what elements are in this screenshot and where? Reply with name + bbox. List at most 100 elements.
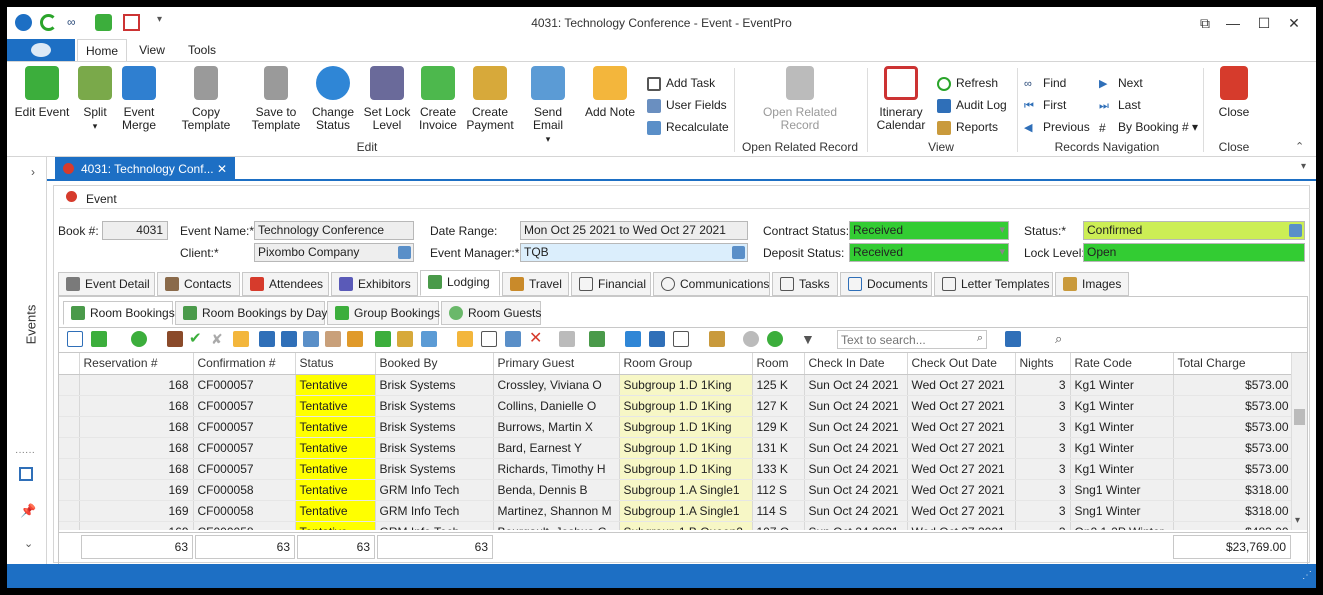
find-button[interactable]: ∞ Find xyxy=(1024,74,1066,92)
row-indicator[interactable] xyxy=(59,395,80,417)
table-cell[interactable]: Brisk Systems xyxy=(375,395,494,417)
table-cell[interactable]: GRM Info Tech xyxy=(375,479,494,501)
table-cell[interactable]: Bard, Earnest Y xyxy=(493,437,620,459)
table-cell[interactable]: Collins, Danielle O xyxy=(493,395,620,417)
tab-tools[interactable]: Tools xyxy=(179,39,225,61)
table-cell[interactable]: 3 xyxy=(1015,374,1071,396)
column-header[interactable]: Check Out Date xyxy=(907,353,1016,375)
table-cell[interactable]: GRM Info Tech xyxy=(375,500,494,522)
note-icon[interactable] xyxy=(457,331,473,347)
table-cell[interactable]: Brisk Systems xyxy=(375,374,494,396)
column-header[interactable]: Booked By xyxy=(375,353,494,375)
table-cell[interactable]: Wed Oct 27 2021 xyxy=(907,500,1016,522)
picker-icon[interactable] xyxy=(398,246,411,259)
delete-icon[interactable]: ✕ xyxy=(529,331,545,347)
contract-status-select[interactable]: Received xyxy=(849,221,1009,240)
table-row[interactable]: 168 CF000057 Tentative Brisk Systems Burrows… xyxy=(59,416,1294,438)
add-icon[interactable] xyxy=(91,331,107,347)
table-cell[interactable]: 168 xyxy=(79,416,194,438)
paste-icon[interactable] xyxy=(281,331,297,347)
table-cell[interactable]: $483.00 xyxy=(1173,521,1294,530)
table-cell[interactable]: Sun Oct 24 2021 xyxy=(804,521,908,530)
by-booking-button[interactable]: # By Booking # ▾ xyxy=(1099,118,1198,136)
picker-icon[interactable] xyxy=(1289,224,1302,237)
edit-icon[interactable] xyxy=(233,331,249,347)
save-layout-icon[interactable] xyxy=(1005,331,1021,347)
table-cell[interactable]: GRM Info Tech xyxy=(375,521,494,530)
table-cell[interactable]: 3 xyxy=(1015,416,1071,438)
row-indicator[interactable] xyxy=(59,416,80,438)
table-cell[interactable]: Tentative xyxy=(295,521,376,530)
table-cell[interactable]: Wed Oct 27 2021 xyxy=(907,521,1016,530)
subtab-room-guests[interactable]: Room Guests xyxy=(441,301,541,325)
tab-communications[interactable]: Communications xyxy=(653,272,770,296)
table-cell[interactable]: Richards, Timothy H xyxy=(493,458,620,480)
row-indicator[interactable] xyxy=(59,500,80,522)
table-cell[interactable]: Crossley, Viviana O xyxy=(493,374,620,396)
table-cell[interactable]: Kg1 Winter xyxy=(1070,374,1174,396)
expand-panel-icon[interactable]: › xyxy=(31,165,35,179)
table-cell[interactable]: Subgroup 1.D 1King xyxy=(619,395,753,417)
add-note-button[interactable]: Add Note xyxy=(583,66,637,119)
table-cell[interactable]: 107 Q xyxy=(752,521,805,530)
table-cell[interactable]: Qn2 1-2P Winter xyxy=(1070,521,1174,530)
tag-icon[interactable] xyxy=(347,331,363,347)
change-status-button[interactable]: Change Status xyxy=(307,66,359,132)
scrollbar-thumb[interactable] xyxy=(1294,409,1305,425)
table-cell[interactable]: Subgroup 1.D 1King xyxy=(619,458,753,480)
table-cell[interactable]: Benda, Dennis B xyxy=(493,479,620,501)
column-header[interactable]: Reservation # xyxy=(79,353,194,375)
table-cell[interactable]: Subgroup 1.D 1King xyxy=(619,416,753,438)
table-cell[interactable]: $318.00 xyxy=(1173,500,1294,522)
audit-log-button[interactable]: Audit Log xyxy=(937,96,1007,114)
column-header[interactable]: Check In Date xyxy=(804,353,908,375)
status-field[interactable]: Confirmed xyxy=(1083,221,1305,240)
actions-icon[interactable] xyxy=(131,331,147,347)
book-number-field[interactable]: 4031 xyxy=(102,221,168,240)
reports-button[interactable]: Reports xyxy=(937,118,998,136)
add-task-button[interactable]: Add Task xyxy=(647,74,715,92)
column-header[interactable]: Rate Code xyxy=(1070,353,1174,375)
table-cell[interactable]: Brisk Systems xyxy=(375,416,494,438)
table-cell[interactable]: Tentative xyxy=(295,437,376,459)
date-range-field[interactable]: Mon Oct 25 2021 to Wed Oct 27 2021 xyxy=(520,221,748,240)
calculator-icon[interactable] xyxy=(505,331,521,347)
move-icon[interactable] xyxy=(303,331,319,347)
copy-icon[interactable] xyxy=(259,331,275,347)
table-cell[interactable]: $318.00 xyxy=(1173,479,1294,501)
table-cell[interactable]: CF000057 xyxy=(193,437,296,459)
table-cell[interactable]: Subgroup 1.B Queen2 xyxy=(619,521,753,530)
table-cell[interactable]: Wed Oct 27 2021 xyxy=(907,416,1016,438)
grid-layout-icon[interactable] xyxy=(589,331,605,347)
column-header[interactable]: Primary Guest xyxy=(493,353,620,375)
copy-template-button[interactable]: Copy Template xyxy=(167,66,245,132)
vertical-scrollbar[interactable]: ▾ xyxy=(1291,353,1307,530)
recalculate-button[interactable]: Recalculate xyxy=(647,118,729,136)
table-cell[interactable]: Subgroup 1.A Single1 xyxy=(619,500,753,522)
luggage-icon[interactable] xyxy=(167,331,183,347)
row-indicator[interactable] xyxy=(59,521,80,530)
tab-event-detail[interactable]: Event Detail xyxy=(58,272,155,296)
events-side-label[interactable]: Events xyxy=(23,305,38,345)
file-menu-button[interactable] xyxy=(7,39,75,61)
column-header[interactable]: Status xyxy=(295,353,376,375)
tab-documents[interactable]: Documents xyxy=(840,272,932,296)
table-cell[interactable]: 131 K xyxy=(752,437,805,459)
table-cell[interactable]: 114 S xyxy=(752,500,805,522)
table-cell[interactable]: 3 xyxy=(1015,395,1071,417)
table-row[interactable]: 168 CF000057 Tentative Brisk Systems Crossle… xyxy=(59,374,1294,396)
column-header[interactable]: Room xyxy=(752,353,805,375)
table-cell[interactable]: 168 xyxy=(79,374,194,396)
close-window-icon[interactable]: ✕ xyxy=(1284,13,1304,33)
table-cell[interactable]: Tentative xyxy=(295,416,376,438)
table-cell[interactable]: CF000057 xyxy=(193,395,296,417)
row-indicator[interactable] xyxy=(59,437,80,459)
event-document-tab[interactable]: 4031: Technology Conf... ✕ xyxy=(55,157,235,181)
table-row[interactable]: 168 CF000057 Tentative Brisk Systems Bard, E… xyxy=(59,437,1294,459)
row-indicator[interactable] xyxy=(59,374,80,396)
table-cell[interactable]: Subgroup 1.A Single1 xyxy=(619,479,753,501)
table-cell[interactable]: Sun Oct 24 2021 xyxy=(804,395,908,417)
table-cell[interactable]: Sng1 Winter xyxy=(1070,479,1174,501)
create-payment-button[interactable]: Create Payment xyxy=(465,66,515,132)
table-cell[interactable]: 125 K xyxy=(752,374,805,396)
